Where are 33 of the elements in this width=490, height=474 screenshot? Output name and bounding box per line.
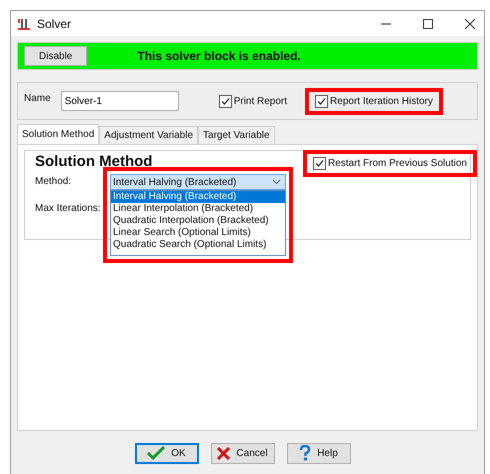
- question-icon: [299, 445, 312, 461]
- disable-button[interactable]: Disable: [24, 46, 88, 66]
- dropdown-option[interactable]: Linear Search (Optional Limits): [111, 227, 285, 239]
- ok-button[interactable]: OK: [134, 442, 198, 464]
- checkbox[interactable]: [313, 157, 326, 170]
- max-iterations-label: Max Iterations:: [35, 202, 102, 214]
- dropdown-option[interactable]: Linear Interpolation (Bracketed): [111, 203, 285, 215]
- cancel-button[interactable]: Cancel: [210, 442, 274, 464]
- checkmark-icon: [147, 446, 166, 460]
- checkbox[interactable]: [218, 94, 232, 108]
- checkbox-label: Report Iteration History: [330, 96, 433, 106]
- x-icon: [217, 446, 230, 460]
- window-title: Solver: [37, 16, 72, 30]
- name-label: Name: [24, 92, 51, 104]
- method-label: Method:: [35, 176, 72, 186]
- tab[interactable]: Adjustment Variable: [99, 126, 198, 144]
- checkbox[interactable]: [315, 94, 328, 108]
- help-button[interactable]: Help: [286, 442, 350, 464]
- close-icon[interactable]: [464, 18, 476, 30]
- method-dropdown[interactable]: Interval Halving (Bracketed): [110, 174, 286, 190]
- dropdown-option[interactable]: Interval Halving (Bracketed): [111, 191, 285, 203]
- status-message: This solver block is enabled.: [137, 49, 301, 63]
- app-icon: [17, 16, 31, 30]
- caret-icon: [272, 179, 281, 185]
- dropdown-option[interactable]: Quadratic Interpolation (Bracketed): [111, 215, 285, 227]
- maximize-icon[interactable]: [422, 18, 434, 30]
- checkbox-label: Restart From Previous Solution: [328, 158, 467, 169]
- tab[interactable]: Solution Method: [17, 124, 100, 144]
- checkbox-label: Print Report: [234, 96, 288, 106]
- name-field[interactable]: Solver-1: [60, 91, 179, 111]
- dropdown-option[interactable]: Quadratic Search (Optional Limits): [111, 239, 285, 251]
- section-title: Solution Method: [35, 153, 152, 170]
- tab[interactable]: Target Variable: [198, 126, 275, 144]
